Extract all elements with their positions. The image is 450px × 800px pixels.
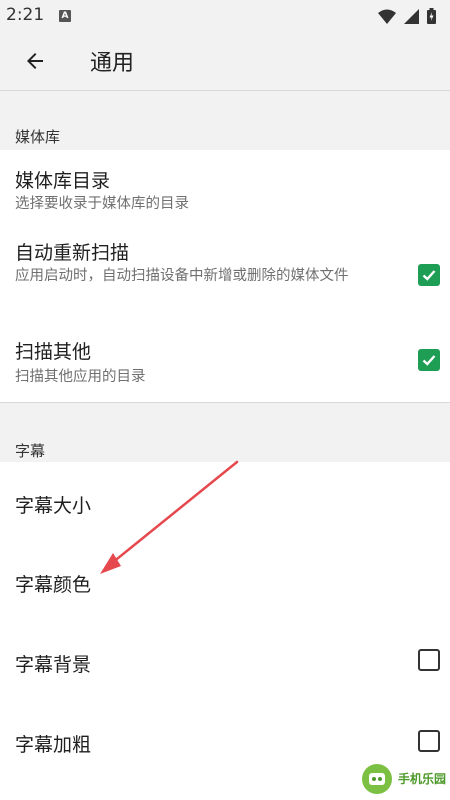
status-icons: [378, 8, 436, 24]
scan-other-checkbox[interactable]: [418, 349, 440, 371]
pref-title: 自动重新扫描: [15, 242, 130, 264]
pref-title: 字幕颜色: [15, 574, 92, 596]
notification-icon: A: [59, 10, 71, 22]
pref-title: 媒体库目录: [15, 170, 111, 192]
arrow-left-icon: [27, 53, 43, 69]
checkmark-icon: [422, 270, 436, 281]
back-button[interactable]: [14, 40, 56, 82]
checkmark-icon: [422, 355, 436, 366]
section-header-media: 媒体库: [0, 122, 450, 150]
section-title-subtitles: 字幕: [15, 442, 46, 460]
watermark-logo-icon: [362, 764, 392, 794]
pref-auto-rescan[interactable]: 自动重新扫描 应用启动时，自动扫描设备中新增或删除的媒体文件: [0, 230, 450, 327]
pref-summary: 应用启动时，自动扫描设备中新增或删除的媒体文件: [15, 268, 349, 284]
pref-title: 字幕加粗: [15, 734, 92, 756]
pref-scan-other[interactable]: 扫描其他 扫描其他应用的目录: [0, 327, 450, 402]
signal-icon: [404, 8, 419, 24]
pref-title: 扫描其他: [15, 341, 92, 363]
battery-icon: [427, 8, 436, 24]
watermark-text: 手机乐园: [398, 772, 447, 786]
pref-subtitle-size[interactable]: 字幕大小: [0, 462, 450, 542]
section-header-subtitles: 字幕: [0, 403, 450, 462]
toolbar-spacer: [0, 90, 450, 122]
wifi-icon: [378, 9, 396, 24]
pref-subtitle-color[interactable]: 字幕颜色: [0, 542, 450, 622]
app-toolbar: 通用: [0, 32, 450, 90]
auto-rescan-checkbox[interactable]: [418, 264, 440, 286]
subtitle-bold-checkbox[interactable]: [418, 730, 440, 752]
status-time: 2:21: [6, 5, 45, 25]
status-bar: 2:21 A: [0, 0, 450, 32]
pref-media-dirs[interactable]: 媒体库目录 选择要收录于媒体库的目录: [0, 150, 450, 230]
pref-title: 字幕大小: [15, 495, 92, 517]
section-title-media: 媒体库: [15, 128, 61, 146]
pref-summary: 扫描其他应用的目录: [15, 369, 146, 385]
page-title: 通用: [90, 51, 135, 76]
watermark: 手机乐园: [356, 758, 450, 800]
pref-summary: 选择要收录于媒体库的目录: [15, 196, 189, 212]
pref-title: 字幕背景: [15, 654, 92, 676]
toolbar-divider: [0, 90, 450, 91]
pref-subtitle-background[interactable]: 字幕背景: [0, 622, 450, 702]
subtitle-background-checkbox[interactable]: [418, 649, 440, 671]
